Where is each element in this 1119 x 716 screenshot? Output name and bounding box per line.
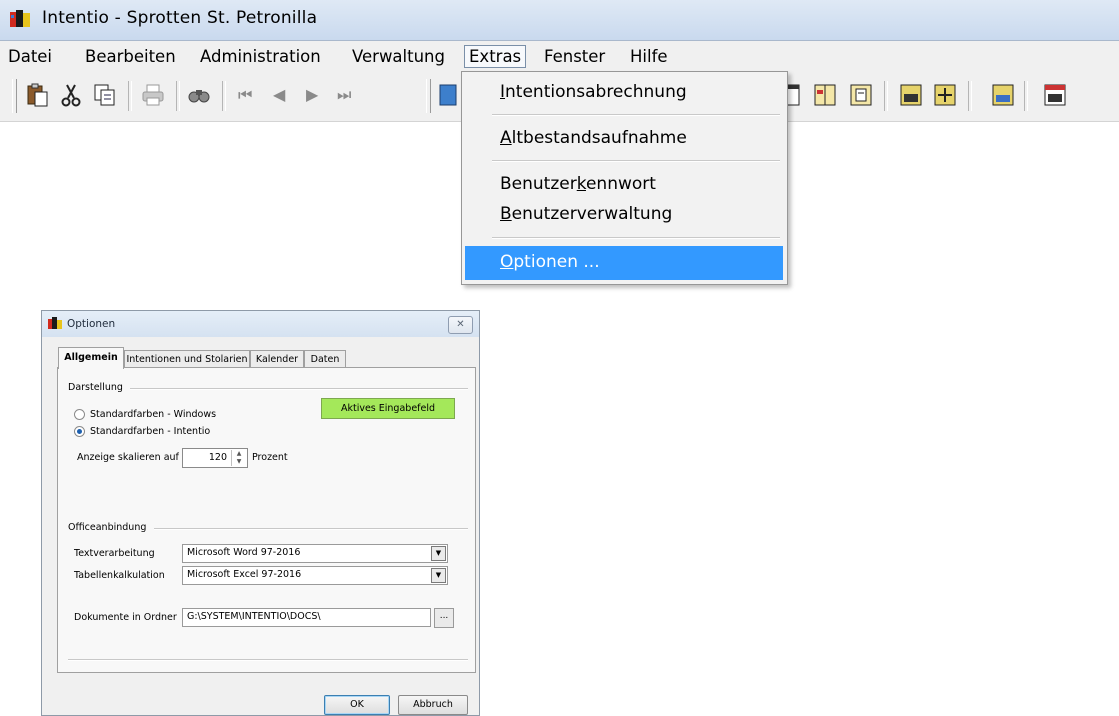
first-record-icon[interactable]: ⏮ — [238, 85, 252, 105]
radio-label-windows: Standardfarben - Windows — [90, 409, 217, 420]
scale-unit: Prozent — [252, 452, 288, 463]
toolbar-partial-icon[interactable] — [438, 82, 458, 108]
app-icon — [48, 317, 62, 329]
menu-verwaltung[interactable]: Verwaltung — [348, 46, 449, 67]
stepper-arrows-icon[interactable]: ▲ ▼ — [231, 450, 246, 466]
intentio-list-icon[interactable] — [898, 82, 924, 108]
menu-fenster[interactable]: Fenster — [540, 46, 609, 67]
tab-intentionen-und-stolarien[interactable]: Intentionen und Stolarien — [124, 350, 250, 368]
menu-datei[interactable]: Datei — [4, 46, 56, 67]
book-icon[interactable] — [812, 82, 838, 108]
next-record-icon[interactable]: ▶ — [306, 85, 318, 104]
dialog-title-bar: Optionen ✕ — [42, 311, 479, 337]
chevron-down-icon[interactable]: ▼ — [431, 546, 446, 561]
calendar-intentio-icon[interactable] — [1042, 82, 1068, 108]
title-bar: Intentio - Sprotten St. Petronilla — [0, 0, 1119, 41]
text-processing-select[interactable]: Microsoft Word 97-2016 ▼ — [182, 544, 448, 563]
group-label-darstellung: Darstellung — [68, 382, 123, 393]
menu-item-optionen[interactable]: Optionen ... — [500, 252, 600, 272]
spreadsheet-label: Tabellenkalkulation — [74, 570, 165, 581]
text-processing-label: Textverarbeitung — [74, 548, 155, 559]
stolarien-icon[interactable] — [990, 82, 1016, 108]
menu-bearbeiten[interactable]: Bearbeiten — [81, 46, 180, 67]
find-icon[interactable] — [186, 82, 212, 108]
radio-standardfarben-windows[interactable] — [74, 409, 85, 420]
active-field-button[interactable]: Aktives Eingabefeld — [321, 398, 455, 419]
close-icon: ✕ — [456, 319, 465, 330]
cancel-button[interactable]: Abbruch — [398, 695, 468, 715]
menu-separator — [492, 160, 780, 162]
scale-value: 120 — [208, 452, 227, 463]
menu-item-benutzerverwaltung[interactable]: Benutzerverwaltung — [500, 204, 672, 224]
radio-standardfarben-intentio[interactable] — [74, 426, 85, 437]
ok-button[interactable]: OK — [324, 695, 390, 715]
menu-item-intentionsabrechnung[interactable]: Intentionsabrechnung — [500, 82, 687, 102]
tab-daten[interactable]: Daten — [304, 350, 346, 368]
scale-stepper[interactable]: 120 ▲ ▼ — [182, 448, 248, 468]
documents-folder-label: Dokumente in Ordner — [74, 612, 177, 623]
intentio-add-icon[interactable] — [932, 82, 958, 108]
spreadsheet-select[interactable]: Microsoft Excel 97-2016 ▼ — [182, 566, 448, 585]
previous-record-icon[interactable]: ◀ — [273, 85, 285, 104]
toolbar-separator — [1024, 81, 1028, 111]
toolbar-separator — [176, 81, 180, 111]
menu-hilfe[interactable]: Hilfe — [626, 46, 672, 67]
group-divider — [154, 528, 468, 530]
cut-icon[interactable] — [58, 82, 84, 108]
extras-menu: Intentionsabrechnung Altbestandsaufnahme… — [461, 71, 788, 285]
tab-kalender[interactable]: Kalender — [250, 350, 304, 368]
documents-folder-input[interactable]: G:\SYSTEM\INTENTIO\DOCS\ — [182, 608, 431, 627]
options-dialog: Optionen ✕ Allgemein Intentionen und Sto… — [41, 310, 480, 716]
menu-administration[interactable]: Administration — [196, 46, 325, 67]
copy-icon[interactable] — [92, 82, 118, 108]
browse-button[interactable]: ... — [434, 608, 454, 628]
register-icon[interactable] — [848, 82, 874, 108]
menu-item-optionen-highlight[interactable]: Optionen ... — [465, 246, 783, 280]
calendar-icon[interactable] — [786, 82, 800, 108]
tab-allgemein[interactable]: Allgemein — [58, 347, 124, 369]
toolbar-separator — [128, 81, 132, 111]
chevron-down-icon[interactable]: ▼ — [431, 568, 446, 583]
text-processing-value: Microsoft Word 97-2016 — [187, 547, 301, 558]
spreadsheet-value: Microsoft Excel 97-2016 — [187, 569, 302, 580]
last-record-icon[interactable]: ⏭ — [337, 85, 351, 105]
radio-label-intentio: Standardfarben - Intentio — [90, 426, 211, 437]
group-divider — [130, 388, 468, 390]
paste-icon[interactable] — [24, 82, 50, 108]
toolbar-grip[interactable] — [426, 79, 431, 113]
menu-item-altbestandsaufnahme[interactable]: Altbestandsaufnahme — [500, 128, 687, 148]
window-title: Intentio - Sprotten St. Petronilla — [42, 8, 318, 28]
tab-panel-allgemein: Darstellung Standardfarben - Windows Sta… — [57, 367, 476, 673]
bottom-divider — [68, 659, 468, 661]
toolbar-grip[interactable] — [12, 79, 17, 113]
menu-extras[interactable]: Extras — [464, 45, 527, 68]
menu-separator — [492, 237, 780, 239]
toolbar-separator — [884, 81, 888, 111]
menu-item-benutzerkennwort[interactable]: Benutzerkennwort — [500, 174, 656, 194]
close-button[interactable]: ✕ — [448, 316, 473, 334]
menu-bar: Datei Bearbeiten Administration Verwaltu… — [0, 41, 1119, 73]
toolbar-separator — [222, 81, 226, 111]
documents-folder-value: G:\SYSTEM\INTENTIO\DOCS\ — [187, 611, 321, 622]
dialog-title: Optionen — [67, 318, 116, 330]
menu-separator — [492, 114, 780, 116]
app-icon — [10, 10, 30, 27]
print-icon[interactable] — [140, 82, 166, 108]
group-label-officeanbindung: Officeanbindung — [68, 522, 147, 533]
toolbar-separator — [968, 81, 972, 111]
scale-label: Anzeige skalieren auf — [77, 452, 179, 463]
